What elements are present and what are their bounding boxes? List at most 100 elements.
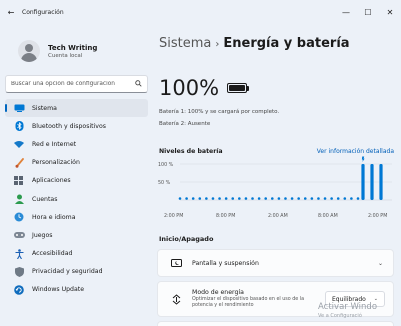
sidebar-item-label: Red e Internet [32, 140, 77, 148]
activation-watermark: Activar Windo Ve a Configuració [318, 302, 377, 319]
level-dot [198, 197, 202, 200]
sidebar-item-bluetooth[interactable]: Bluetooth y dispositivos [5, 117, 148, 135]
sidebar-item-label: Juegos [32, 231, 53, 239]
power-mode-description: Optimizar el dispositivo basado en el us… [192, 296, 305, 308]
update-icon [13, 285, 25, 295]
charging-marker [361, 156, 365, 162]
battery-summary: 100% [159, 76, 250, 100]
page-title: Energía y batería [223, 36, 350, 51]
level-dot [205, 197, 208, 200]
search-input[interactable] [11, 81, 132, 87]
sidebar-item-juegos[interactable]: Juegos [5, 226, 148, 244]
level-dot [336, 197, 340, 200]
level-bar [370, 164, 374, 200]
level-dot [277, 197, 281, 200]
monitor-icon [13, 103, 25, 113]
battery-1-status: Batería 1: 100% y se cargará por complet… [159, 109, 280, 115]
battery-levels-chart: 100 % 50 % [152, 156, 401, 204]
level-dot [343, 197, 347, 200]
wifi-icon [13, 139, 25, 149]
chart-x-axis: 2:00 PM 8:00 PM 2:00 AM 8:00 AM 2:00 PM [152, 214, 401, 224]
level-dot [317, 197, 320, 200]
globe-clock-icon [13, 212, 25, 222]
profile-name: Tech Writing [48, 43, 98, 52]
maximize-button[interactable]: ☐ [357, 0, 379, 24]
sidebar-item-aplicaciones[interactable]: Aplicaciones [5, 172, 148, 190]
sidebar-item-cuentas[interactable]: Cuentas [5, 190, 148, 208]
level-dot [310, 197, 314, 200]
sidebar-item-windows-update[interactable]: Windows Update [5, 281, 148, 299]
sidebar-item-label: Sistema [32, 104, 57, 112]
detailed-info-link[interactable]: Ver información detallada [317, 148, 394, 155]
breadcrumb: Sistema › Energía y batería [159, 36, 350, 51]
sidebar-item-sistema[interactable]: Sistema [5, 99, 148, 118]
breadcrumb-sistema[interactable]: Sistema [159, 36, 211, 51]
x-tick-label: 2:00 PM [368, 214, 388, 219]
sidebar-item-privacidad[interactable]: Privacidad y seguridad [5, 263, 148, 281]
battery-2-status: Batería 2: Ausente [159, 121, 211, 127]
level-dot [185, 197, 188, 200]
watermark-line-2: Ve a Configuració [318, 313, 362, 319]
level-dot [323, 197, 327, 200]
level-dot [350, 197, 353, 200]
power-mode-icon [168, 293, 184, 305]
watermark-line-1: Activar Windo [318, 302, 378, 312]
user-profile[interactable]: Tech Writing Cuenta local [18, 40, 97, 62]
level-dot [238, 197, 241, 200]
avatar [18, 40, 40, 62]
sidebar-item-label: Personalización [32, 159, 80, 167]
level-bar [361, 164, 365, 200]
account-icon [13, 194, 25, 205]
bluetooth-icon [13, 121, 25, 132]
sidebar-item-label: Hora e idioma [32, 213, 76, 221]
sidebar-item-red[interactable]: Red e Internet [5, 135, 148, 153]
minimize-button[interactable]: — [335, 0, 357, 24]
level-dot [244, 197, 248, 200]
sidebar-item-label: Aplicaciones [32, 177, 71, 185]
battery-percent: 100% [159, 76, 220, 100]
gamepad-icon [13, 230, 25, 240]
search-icon[interactable] [135, 79, 142, 89]
window-controls: — ☐ ✕ [335, 0, 401, 24]
level-dot [290, 197, 294, 200]
apps-icon [13, 176, 25, 186]
x-tick-label: 2:00 PM [164, 214, 184, 219]
level-dot [330, 197, 333, 200]
chevron-down-icon[interactable]: ⌄ [378, 260, 383, 267]
close-button[interactable]: ✕ [379, 0, 401, 24]
battery-levels-header: Niveles de batería Ver información detal… [159, 148, 394, 155]
y-tick-label: 50 % [158, 180, 171, 186]
shield-icon [13, 266, 25, 277]
level-dot [231, 197, 235, 200]
sidebar-nav: Sistema Bluetooth y dispositivos Red e I… [5, 99, 148, 299]
profile-subtitle: Cuenta local [48, 52, 83, 59]
title-bar: ← Configuración — ☐ ✕ [0, 0, 401, 24]
x-tick-label: 8:00 AM [318, 214, 338, 219]
sidebar-item-label: Bluetooth y dispositivos [32, 122, 106, 130]
back-button[interactable]: ← [0, 8, 22, 17]
y-tick-label: 100 % [158, 162, 174, 168]
screen-sleep-icon [168, 258, 184, 268]
breadcrumb-separator: › [215, 39, 220, 50]
level-dot [270, 197, 274, 200]
sidebar-item-accesibilidad[interactable]: Accesibilidad [5, 245, 148, 263]
battery-levels-title: Niveles de batería [159, 148, 223, 155]
level-dot [251, 197, 254, 200]
battery-charging-icon [227, 83, 250, 93]
sidebar-item-hora[interactable]: Hora e idioma [5, 208, 148, 226]
section-title-power: Inicio/Apagado [159, 235, 214, 243]
level-dot [356, 197, 360, 200]
level-dot [191, 197, 195, 200]
x-tick-label: 8:00 PM [216, 214, 236, 219]
search-box [5, 75, 148, 93]
sidebar-item-personalizacion[interactable]: Personalización [5, 154, 148, 172]
next-settings-card[interactable] [157, 321, 394, 326]
screen-sleep-card[interactable]: Pantalla y suspensión ⌄ [157, 249, 394, 277]
app-title: Configuración [22, 8, 64, 16]
sidebar: Tech Writing Cuenta local Sistema Blueto… [0, 24, 152, 326]
sidebar-item-label: Privacidad y seguridad [32, 268, 103, 276]
accessibility-icon [13, 248, 25, 259]
level-bar [379, 164, 383, 200]
level-dot [303, 197, 307, 200]
level-dot [297, 197, 300, 200]
